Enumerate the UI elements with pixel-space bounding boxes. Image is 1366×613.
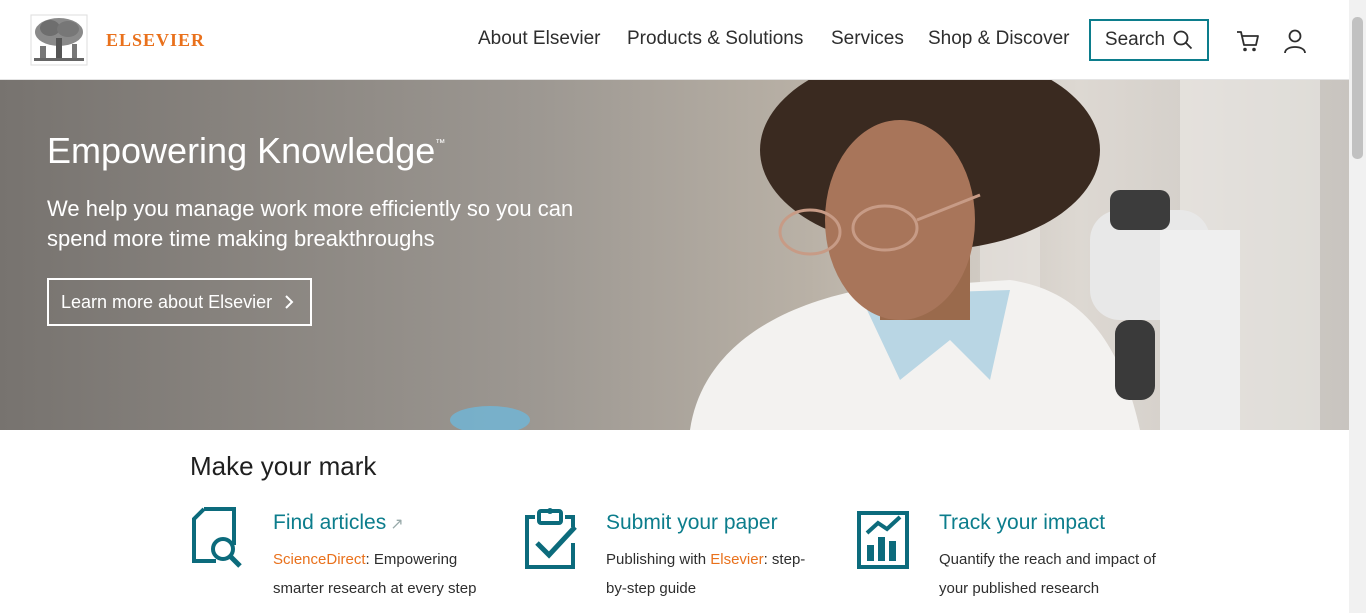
site-header: ELSEVIER About Elsevier Products & Solut… (0, 0, 1349, 80)
track-impact-desc: Quantify the reach and impact of your pu… (939, 551, 1156, 597)
learn-more-label: Learn more about Elsevier (61, 291, 273, 312)
search-icon (1173, 30, 1193, 50)
trademark-mark: ™ (435, 138, 446, 149)
scrollbar-thumb[interactable] (1352, 17, 1363, 159)
cart-icon[interactable] (1235, 28, 1261, 54)
submit-paper-link[interactable]: Submit your paper (606, 511, 778, 535)
search-button[interactable]: Search (1089, 19, 1209, 61)
clipboard-check-icon (525, 508, 577, 569)
tree-logo-icon (30, 14, 88, 66)
nav-services[interactable]: Services (831, 28, 904, 50)
hero-title-text: Empowering Knowledge (47, 130, 436, 171)
elsevier-link[interactable]: Elsevier (710, 551, 763, 568)
hero-title: Empowering Knowledge™ (47, 130, 445, 172)
find-articles-title: Find articles (273, 511, 387, 534)
page-scrollbar[interactable] (1349, 0, 1366, 613)
sciencedirect-link[interactable]: ScienceDirect (273, 551, 366, 568)
search-label: Search (1104, 29, 1166, 50)
section-title: Make your mark (190, 451, 377, 481)
submit-paper-desc-pre: Publishing with (606, 551, 711, 568)
submit-paper-desc: Publishing with Elsevier: step-by-step g… (606, 545, 816, 603)
find-articles-desc: ScienceDirect: Empowering smarter resear… (273, 545, 483, 603)
account-icon[interactable] (1282, 28, 1308, 54)
nav-shop-discover[interactable]: Shop & Discover (928, 28, 1070, 50)
bar-chart-icon (857, 511, 909, 569)
nav-about[interactable]: About Elsevier (478, 28, 601, 50)
document-search-icon (192, 507, 242, 568)
hero-banner: Empowering Knowledge™ We help you manage… (0, 80, 1349, 430)
hero-subtitle: We help you manage work more efficiently… (47, 196, 574, 251)
brand-name: ELSEVIER (106, 29, 206, 50)
chevron-right-icon (285, 295, 294, 309)
learn-more-button[interactable]: Learn more about Elsevier (47, 278, 312, 326)
track-impact-link[interactable]: Track your impact (939, 511, 1105, 535)
nav-products-solutions[interactable]: Products & Solutions (627, 28, 803, 50)
elsevier-logo[interactable]: ELSEVIER (30, 14, 205, 66)
external-link-icon: ↗ (390, 516, 404, 533)
find-articles-link[interactable]: Find articles ↗ (273, 511, 404, 535)
